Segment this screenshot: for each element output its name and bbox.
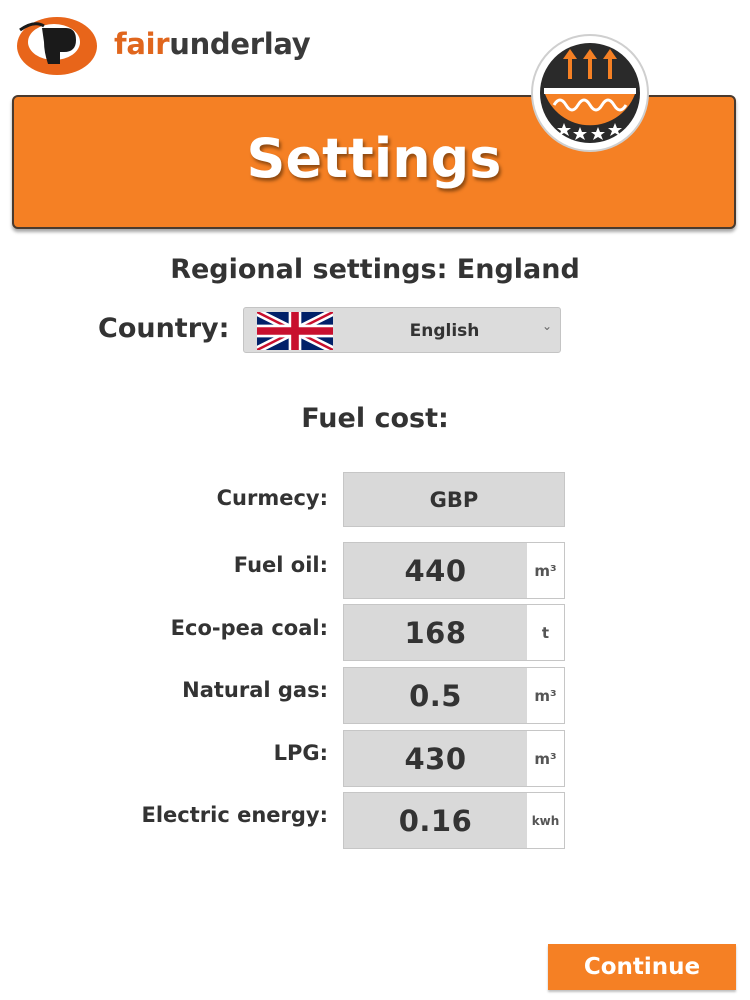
uk-flag-icon — [257, 312, 333, 350]
brand-name-fair: fair — [114, 27, 170, 61]
fuel-oil-input-group: 440 m³ — [343, 542, 565, 599]
currency-field[interactable]: GBP — [343, 472, 565, 527]
chevron-down-icon: ⌄ — [541, 319, 552, 333]
fuel-oil-label: Fuel oil: — [233, 553, 328, 577]
fairunderlay-logo-icon — [17, 17, 97, 75]
fuel-oil-input[interactable]: 440 — [344, 543, 527, 598]
eco-pea-coal-unit: t — [527, 605, 564, 660]
natural-gas-label: Natural gas: — [182, 678, 328, 702]
brand-logo: fairunderlay — [14, 12, 311, 76]
natural-gas-unit: m³ — [527, 668, 564, 723]
country-label: Country: — [98, 313, 230, 344]
eco-pea-coal-input[interactable]: 168 — [344, 605, 527, 660]
natural-gas-input[interactable]: 0.5 — [344, 668, 527, 723]
lpg-input[interactable]: 430 — [344, 731, 527, 786]
electric-energy-input-group: 0.16 kwh — [343, 792, 565, 849]
continue-button[interactable]: Continue — [548, 944, 736, 990]
natural-gas-input-group: 0.5 m³ — [343, 667, 565, 724]
eco-pea-coal-label: Eco-pea coal: — [170, 616, 328, 640]
eco-pea-coal-input-group: 168 t — [343, 604, 565, 661]
country-select-value: English — [409, 321, 480, 341]
lpg-label: LPG: — [273, 741, 328, 765]
electric-energy-input[interactable]: 0.16 — [344, 793, 527, 848]
currency-label: Curmecy: — [216, 486, 328, 510]
underfloor-heating-badge-icon — [531, 34, 649, 152]
lpg-input-group: 430 m³ — [343, 730, 565, 787]
fuel-oil-unit: m³ — [527, 543, 564, 598]
electric-energy-label: Electric energy: — [141, 803, 329, 827]
country-select[interactable]: English ⌄ — [243, 307, 561, 353]
lpg-unit: m³ — [527, 731, 564, 786]
regional-settings-heading: Regional settings: England — [170, 254, 580, 285]
fuel-cost-heading: Fuel cost: — [301, 403, 449, 434]
electric-energy-unit: kwh — [527, 793, 564, 848]
brand-name: fairunderlay — [114, 27, 311, 61]
brand-name-underlay: underlay — [169, 27, 311, 61]
